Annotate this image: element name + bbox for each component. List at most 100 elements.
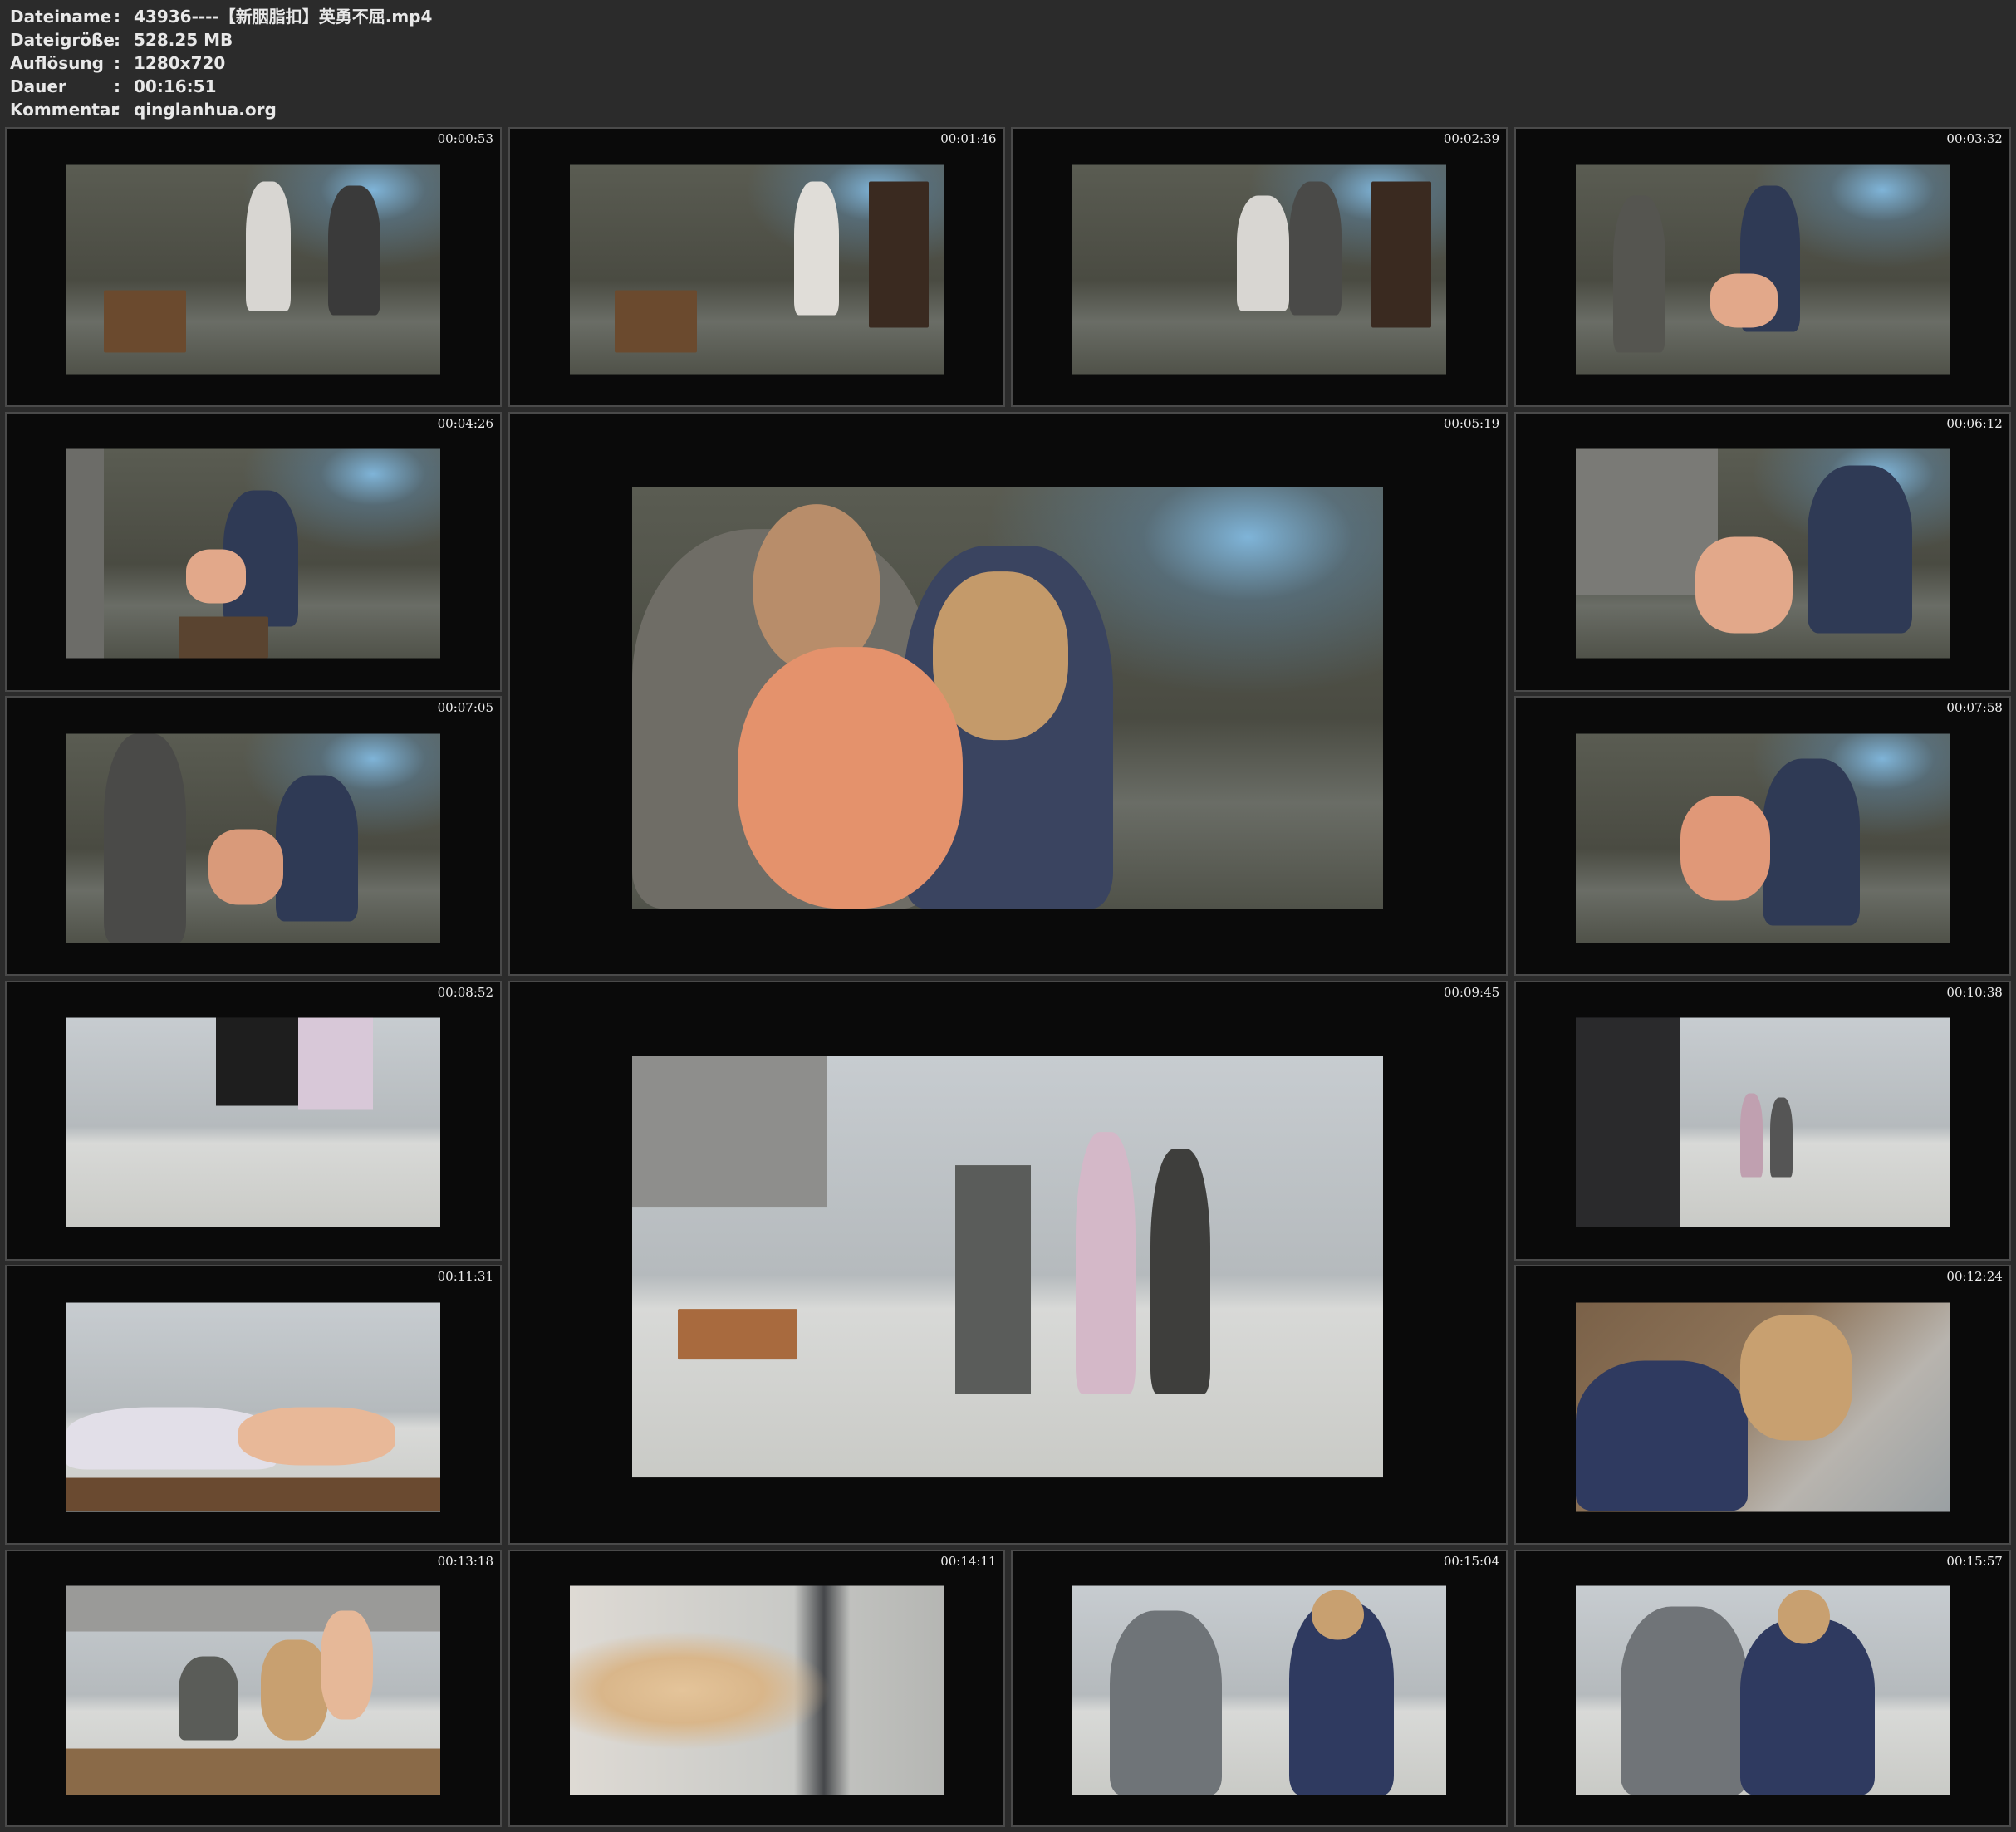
thumbnail-timestamp: 00:15:04: [1443, 1553, 1500, 1569]
thumbnail-timestamp: 00:01:46: [940, 131, 997, 146]
thumbnail[interactable]: 00:11:31: [5, 1265, 502, 1545]
info-separator: :: [114, 53, 120, 73]
figure-shape: [66, 1477, 440, 1512]
figure-shape: [793, 181, 839, 316]
file-info-panel: Dateiname : 43936----【新胭脂扣】英勇不屈.mp4 Date…: [10, 5, 432, 121]
thumbnail-frame: [1575, 1302, 1950, 1512]
thumbnail[interactable]: 00:04:26: [5, 411, 502, 692]
figure-shape: [66, 1585, 440, 1632]
figure-shape: [298, 1017, 373, 1110]
thumbnail[interactable]: 00:07:05: [5, 696, 502, 976]
figure-shape: [1110, 1610, 1223, 1795]
info-value: 43936----【新胭脂扣】英勇不屈.mp4: [134, 7, 433, 27]
figure-shape: [104, 733, 186, 943]
thumbnail[interactable]: 00:12:24: [1513, 1265, 2011, 1545]
thumbnail-frame: [1575, 733, 1950, 943]
thumbnail-timestamp: 00:09:45: [1443, 984, 1500, 1000]
info-row-comment: Kommentar : qinglanhua.org: [10, 98, 432, 121]
thumbnail-frame: [1072, 1585, 1447, 1795]
info-value: 528.25 MB: [134, 30, 233, 50]
figure-shape: [1575, 1360, 1748, 1512]
thumbnail-timestamp: 00:13:18: [437, 1553, 493, 1569]
thumbnail-frame: [632, 487, 1384, 909]
figure-shape: [632, 1056, 828, 1208]
figure-shape: [1680, 796, 1770, 901]
info-separator: :: [114, 30, 120, 50]
info-row-resolution: Auflösung : 1280x720: [10, 51, 432, 75]
figure-shape: [1739, 1315, 1852, 1441]
figure-shape: [1075, 1131, 1136, 1394]
figure-shape: [1739, 1093, 1763, 1178]
thumbnail[interactable]: 00:15:04: [1011, 1549, 1508, 1827]
thumbnail[interactable]: 00:03:32: [1513, 127, 2011, 407]
thumbnail-frame: [1575, 164, 1950, 375]
thumbnail-frame: [66, 164, 440, 375]
thumbnail-timestamp: 00:12:24: [1946, 1269, 2003, 1284]
thumbnail-large[interactable]: 00:09:45: [508, 980, 1508, 1545]
thumbnail-large[interactable]: 00:05:19: [508, 411, 1508, 976]
thumbnail-frame: [1072, 164, 1447, 375]
info-separator: :: [114, 7, 120, 27]
thumbnail-frame: [1575, 1017, 1950, 1227]
thumbnail[interactable]: 00:06:12: [1513, 411, 2011, 692]
thumbnail-timestamp: 00:11:31: [437, 1269, 493, 1284]
thumbnail-frame: [66, 1302, 440, 1512]
figure-shape: [1709, 273, 1778, 328]
thumbnail-frame: [1575, 448, 1950, 659]
thumbnail-timestamp: 00:00:53: [437, 131, 493, 146]
figure-shape: [737, 647, 964, 909]
figure-shape: [328, 185, 380, 316]
figure-shape: [1762, 758, 1860, 926]
info-label: Kommentar: [10, 100, 120, 120]
figure-shape: [66, 1748, 440, 1795]
info-separator: :: [114, 100, 120, 120]
thumbnail-frame: [632, 1056, 1384, 1478]
figure-shape: [1777, 1590, 1830, 1644]
figure-shape: [955, 1165, 1031, 1394]
thumbnail-timestamp: 00:10:38: [1946, 984, 2003, 1000]
info-label: Dauer: [10, 76, 66, 96]
figure-shape: [1371, 181, 1432, 328]
thumbnail-timestamp: 00:06:12: [1946, 415, 2003, 431]
thumbnail[interactable]: 00:13:18: [5, 1549, 502, 1827]
figure-shape: [104, 290, 186, 353]
thumbnail-timestamp: 00:03:32: [1946, 131, 2003, 146]
thumbnail-timestamp: 00:14:11: [940, 1553, 997, 1569]
thumbnail-timestamp: 00:15:57: [1946, 1553, 2003, 1569]
thumbnail-timestamp: 00:08:52: [437, 984, 493, 1000]
info-value: 1280x720: [134, 53, 226, 73]
figure-shape: [1289, 181, 1342, 316]
figure-shape: [261, 1639, 328, 1741]
figure-shape: [1739, 1619, 1875, 1795]
figure-shape: [186, 549, 246, 604]
thumbnail[interactable]: 00:08:52: [5, 980, 502, 1261]
figure-shape: [1807, 465, 1912, 634]
figure-shape: [321, 1610, 373, 1720]
thumbnail[interactable]: 00:01:46: [508, 127, 1005, 407]
info-label: Dateiname: [10, 7, 112, 27]
info-row-filesize: Dateigröße : 528.25 MB: [10, 28, 432, 51]
thumbnail[interactable]: 00:15:57: [1513, 1549, 2011, 1827]
thumbnail[interactable]: 00:10:38: [1513, 980, 2011, 1261]
figure-shape: [276, 775, 358, 922]
thumbnail[interactable]: 00:07:58: [1513, 696, 2011, 976]
thumbnail-frame: [66, 1585, 440, 1795]
figure-shape: [1769, 1097, 1793, 1178]
thumbnail[interactable]: 00:00:53: [5, 127, 502, 407]
thumbnail[interactable]: 00:14:11: [508, 1549, 1005, 1827]
figure-shape: [66, 448, 104, 659]
figure-shape: [1150, 1149, 1211, 1394]
figure-shape: [1237, 195, 1290, 311]
info-row-duration: Dauer : 00:16:51: [10, 75, 432, 98]
figure-shape: [208, 829, 283, 905]
thumbnail[interactable]: 00:02:39: [1011, 127, 1508, 407]
figure-shape: [868, 181, 929, 328]
info-value: qinglanhua.org: [134, 100, 277, 120]
thumbnail-frame: [569, 1585, 944, 1795]
thumbnail-frame: [66, 448, 440, 659]
figure-shape: [246, 181, 291, 311]
thumbnail-timestamp: 00:05:19: [1443, 415, 1500, 431]
thumbnail-timestamp: 00:04:26: [437, 415, 493, 431]
figure-shape: [179, 1656, 238, 1741]
thumbnail-frame: [1575, 1585, 1950, 1795]
